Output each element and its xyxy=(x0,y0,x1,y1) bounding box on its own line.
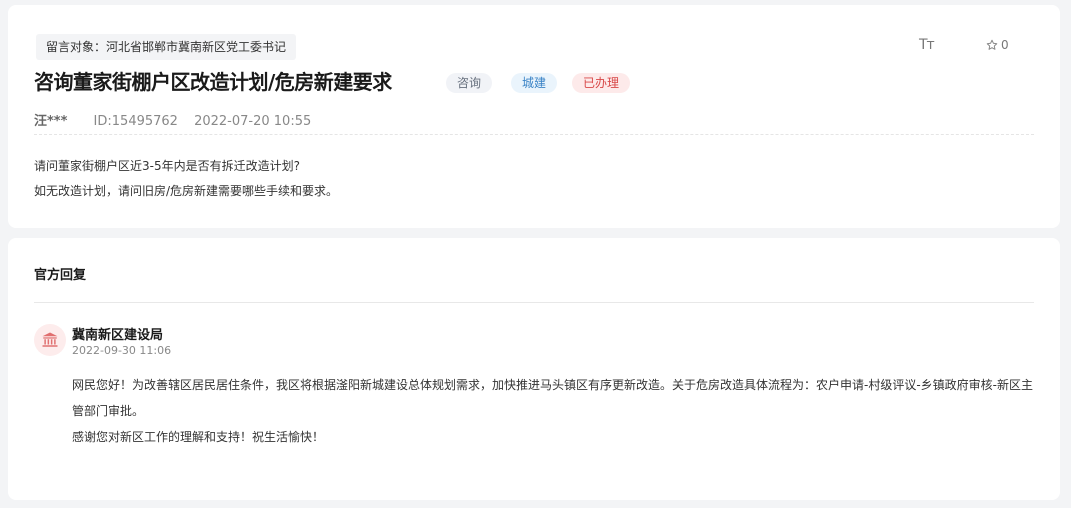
message-body-line: 如无改造计划，请问旧房/危房新建需要哪些手续和要求。 xyxy=(34,184,339,198)
category-badge: 城建 xyxy=(511,73,558,93)
message-meta: 汪*** ID:15495762 2022-07-20 10:55 xyxy=(34,110,311,129)
star-outline-icon xyxy=(986,39,998,50)
favorite-button[interactable]: 0 xyxy=(986,38,1009,52)
reply-time: 2022-09-30 11:06 xyxy=(72,344,172,357)
message-id: ID:15495762 xyxy=(93,114,178,129)
message-target: 留言对象：河北省邯郸市冀南新区党工委书记 xyxy=(36,34,297,60)
reply-body-line: 网民您好！为改善辖区居民居住条件，我区将根据滏阳新城建设总体规划需求，加快推进马… xyxy=(72,378,1033,418)
reply-heading: 官方回复 xyxy=(34,268,87,283)
message-date: 2022-07-20 10:55 xyxy=(194,114,312,129)
status-badge: 已办理 xyxy=(572,73,631,93)
message-body-line: 请问董家街棚户区近3-5年内是否有拆迁改造计划? xyxy=(34,159,300,173)
page-title: 咨询董家街棚户区改造计划/危房新建要求 xyxy=(34,70,392,94)
message-card: 留言对象：河北省邯郸市冀南新区党工委书记 咨询董家街棚户区改造计划/危房新建要求… xyxy=(8,5,1060,228)
reply-body: 网民您好！为改善辖区居民居住条件，我区将根据滏阳新城建设总体规划需求，加快推进马… xyxy=(72,372,1037,450)
divider xyxy=(34,134,1034,135)
font-size-icon[interactable]: Tт xyxy=(919,37,935,53)
government-building-icon xyxy=(42,332,58,347)
org-name: 冀南新区建设局 xyxy=(72,328,164,343)
org-avatar xyxy=(34,324,66,356)
favorite-count: 0 xyxy=(1001,38,1009,52)
divider xyxy=(34,302,1034,303)
message-body: 请问董家街棚户区近3-5年内是否有拆迁改造计划? 如无改造计划，请问旧房/危房新… xyxy=(34,154,338,204)
reply-body-line: 感谢您对新区工作的理解和支持！祝生活愉快！ xyxy=(72,430,325,444)
reply-card: 官方回复 冀南新区建设局 2022-09-30 11:06 网民您好！为改善辖区… xyxy=(8,238,1060,500)
author-name: 汪*** xyxy=(34,114,68,129)
type-badge: 咨询 xyxy=(446,73,493,93)
